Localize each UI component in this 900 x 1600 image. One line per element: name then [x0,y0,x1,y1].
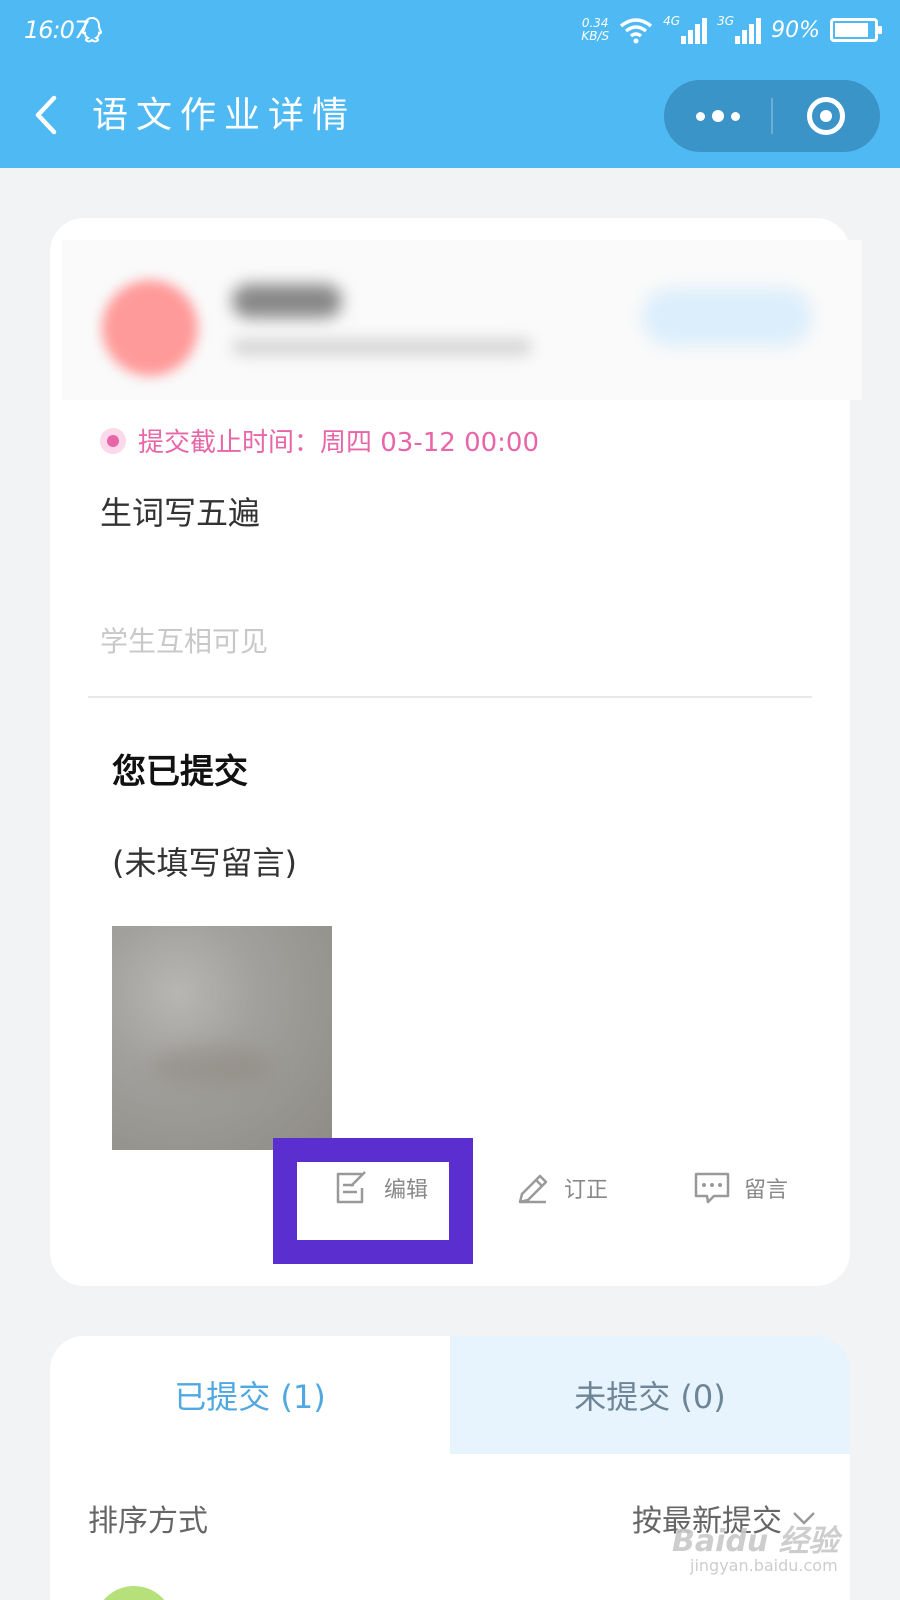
network-speed: 0.34 KB/S [581,17,609,43]
target-close-icon[interactable] [772,80,880,152]
network-speed-unit: KB/S [581,29,610,43]
comment-label: 留言 [743,1178,788,1203]
submitted-photo[interactable] [112,926,332,1150]
avatar [94,1586,174,1600]
status-right: 0.34 KB/S 4G 3G 90% [581,12,882,48]
visibility-note: 学生互相可见 [100,625,269,658]
capsule-menu [664,80,880,152]
sort-label: 排序方式 [88,1504,208,1539]
submission-message: (未填写留言) [112,844,297,882]
page-title: 语文作业详情 [92,95,357,136]
divider [88,696,812,698]
battery-percent: 90% [771,17,820,43]
signal-3g-icon: 3G [717,14,762,44]
back-arrow-icon[interactable] [28,90,68,140]
teacher-subtitle-blurred [232,338,532,356]
submitted-status-title: 您已提交 [112,752,248,792]
signal-3g-label: 3G [717,14,735,28]
deadline-text: 提交截止时间：周四 03-12 00:00 [138,428,540,458]
correct-button[interactable]: 订正 [470,1150,650,1226]
homework-card: 提交截止时间：周四 03-12 00:00 生词写五遍 学生互相可见 您已提交 … [50,218,862,1286]
status-bar: 16:07 0.34 KB/S 4G 3G 90% [0,0,900,62]
signal-4g-icon: 4G [663,14,708,44]
homework-content: 生词写五遍 [100,494,261,532]
top-bar: 16:07 0.34 KB/S 4G 3G 90% 语文作业详情 [0,0,900,168]
wifi-icon [620,18,653,44]
more-dots-icon[interactable] [664,80,772,152]
watermark-logo: Baidu 经验 [672,1524,839,1559]
status-time: 16:07 [24,16,89,44]
signal-4g-label: 4G [663,14,681,28]
tab-unsubmitted[interactable]: 未提交 (0) [450,1336,850,1454]
battery-icon [830,18,882,42]
teacher-name-blurred [232,284,342,318]
correct-label: 订正 [563,1178,608,1203]
comment-icon [694,1172,730,1204]
tab-submitted[interactable]: 已提交 (1) [50,1336,450,1454]
deadline-dot-icon [100,427,126,454]
teacher-info-blurred [62,240,862,400]
comment-button[interactable]: 留言 [650,1150,830,1226]
edit-highlight-box [273,1138,473,1264]
pencil-icon [518,1174,548,1204]
deadline-row: 提交截止时间：周四 03-12 00:00 [100,422,539,459]
watermark-url: jingyan.baidu.com [690,1556,838,1575]
qq-icon [81,16,103,43]
header-button-blurred[interactable] [642,288,812,346]
avatar [102,280,198,376]
nav-bar: 语文作业详情 [0,62,900,168]
